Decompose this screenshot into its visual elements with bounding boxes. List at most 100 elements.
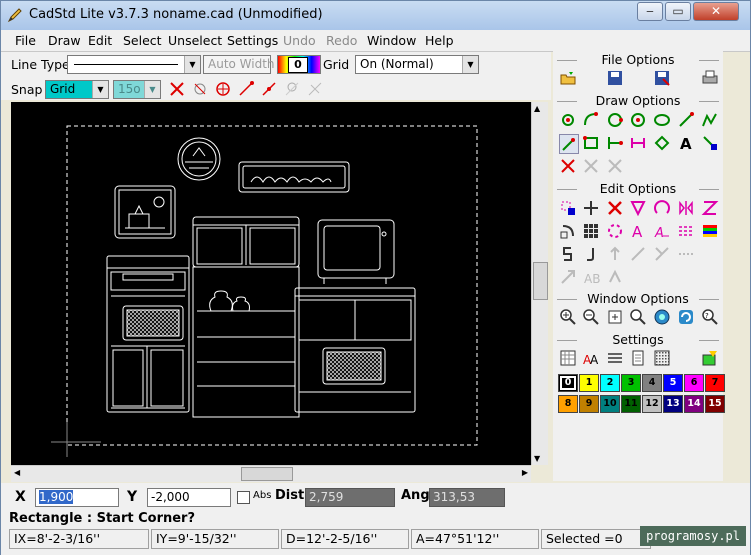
save-as-icon[interactable] (653, 69, 671, 87)
edit-text-style-icon[interactable]: A (653, 222, 671, 240)
zoom-window-icon[interactable] (606, 308, 624, 326)
palette-color-13[interactable]: 13 (663, 395, 683, 413)
edit-polar-array-icon[interactable] (606, 222, 624, 240)
drawing-canvas[interactable] (11, 102, 531, 465)
edit-color-icon[interactable] (701, 222, 719, 240)
edit-text-icon[interactable]: A (629, 222, 647, 240)
palette-color-2[interactable]: 2 (600, 374, 620, 392)
palette-color-14[interactable]: 14 (684, 395, 704, 413)
palette-color-10[interactable]: 10 (600, 395, 620, 413)
draw-hdim-icon[interactable] (629, 134, 647, 152)
zoom-in-icon[interactable] (559, 308, 577, 326)
palette-color-8[interactable]: 8 (558, 395, 578, 413)
zoom-previous-icon[interactable]: ? (701, 308, 719, 326)
edit-join-icon[interactable] (606, 268, 624, 286)
draw-hatch-icon[interactable] (559, 157, 577, 175)
draw-rectangle-icon[interactable] (582, 134, 600, 152)
palette-color-11[interactable]: 11 (621, 395, 641, 413)
draw-spline-icon[interactable] (606, 157, 624, 175)
edit-linetype-icon[interactable] (677, 222, 695, 240)
page-settings-icon[interactable] (629, 349, 647, 367)
draw-ellipse-icon[interactable] (653, 111, 671, 129)
menu-undo[interactable]: Undo (283, 33, 316, 48)
print-icon[interactable] (701, 69, 719, 87)
scroll-down-icon[interactable]: ▼ (534, 454, 540, 463)
edit-break-icon[interactable] (559, 245, 577, 263)
edit-fillet-icon[interactable] (629, 245, 647, 263)
palette-color-15[interactable]: 15 (705, 395, 725, 413)
draw-pencil-icon[interactable] (559, 134, 579, 154)
color-select[interactable]: 0 (277, 55, 321, 74)
grid-mode-select[interactable]: On (Normal) ▼ (355, 55, 479, 74)
vertical-scroll-thumb[interactable] (533, 262, 548, 300)
snap-endpoint-icon[interactable] (237, 80, 255, 98)
edit-rotate-icon[interactable] (653, 199, 671, 217)
edit-scale-icon[interactable] (701, 199, 719, 217)
draw-arc-icon[interactable] (582, 111, 600, 129)
palette-color-9[interactable]: 9 (579, 395, 599, 413)
edit-extend-icon[interactable] (606, 245, 624, 263)
snap-perpendicular-icon[interactable] (306, 80, 324, 98)
palette-color-6[interactable]: 6 (684, 374, 704, 392)
open-file-icon[interactable] (559, 69, 577, 87)
zoom-all-icon[interactable] (653, 308, 671, 326)
edit-replace-text-icon[interactable]: AB (582, 268, 600, 286)
scroll-left-icon[interactable]: ◀ (14, 468, 20, 477)
menu-redo[interactable]: Redo (326, 33, 357, 48)
palette-color-7[interactable]: 7 (705, 374, 725, 392)
palette-color-0[interactable]: 0 (558, 374, 578, 392)
horizontal-scrollbar[interactable]: ◀ ▶ (11, 465, 531, 482)
menu-unselect[interactable]: Unselect (168, 33, 222, 48)
grid-settings-icon[interactable] (559, 349, 577, 367)
edit-chamfer-icon[interactable] (653, 245, 671, 263)
snap-midpoint-icon[interactable] (260, 80, 278, 98)
palette-color-3[interactable]: 3 (621, 374, 641, 392)
snap-off-icon[interactable] (168, 80, 186, 98)
redraw-icon[interactable] (677, 308, 695, 326)
palette-color-1[interactable]: 1 (579, 374, 599, 392)
line-type-select[interactable]: ▼ (67, 55, 201, 74)
menu-select[interactable]: Select (123, 33, 162, 48)
color-settings-icon[interactable] (701, 349, 719, 367)
edit-stretch-icon[interactable] (559, 268, 577, 286)
edit-mirror-icon[interactable] (677, 199, 695, 217)
y-input[interactable]: -2,000 (147, 488, 231, 507)
edit-delete-icon[interactable] (606, 199, 624, 217)
abs-checkbox[interactable] (237, 491, 250, 504)
palette-color-4[interactable]: 4 (642, 374, 662, 392)
draw-text-icon[interactable]: A (677, 134, 695, 152)
x-input[interactable]: 1,900 (35, 488, 119, 507)
hatch-settings-icon[interactable] (653, 349, 671, 367)
save-icon[interactable] (606, 69, 624, 87)
maximize-button[interactable]: ▭ (665, 2, 691, 21)
edit-copy-icon[interactable] (629, 199, 647, 217)
draw-circle-center-icon[interactable] (629, 111, 647, 129)
menu-file[interactable]: File (15, 33, 36, 48)
zoom-out-icon[interactable] (582, 308, 600, 326)
draw-circle-icon[interactable] (606, 111, 624, 129)
draw-point-icon[interactable] (559, 111, 577, 129)
draw-insert-icon[interactable] (701, 134, 719, 152)
zoom-extents-icon[interactable] (629, 308, 647, 326)
draw-bezier-icon[interactable] (582, 157, 600, 175)
draw-line-icon[interactable] (677, 111, 695, 129)
snap-mode-select[interactable]: Grid ▼ (45, 80, 109, 99)
vertical-scrollbar[interactable]: ▲ ▼ (531, 102, 548, 465)
minimize-button[interactable]: ‒ (637, 2, 663, 21)
menu-window[interactable]: Window (367, 33, 416, 48)
menu-edit[interactable]: Edit (88, 33, 112, 48)
palette-color-12[interactable]: 12 (642, 395, 662, 413)
draw-dimension-icon[interactable] (606, 134, 624, 152)
draw-polyline-icon[interactable] (701, 111, 719, 129)
menu-draw[interactable]: Draw (48, 33, 81, 48)
edit-trim-icon[interactable] (582, 245, 600, 263)
snap-tangent-icon[interactable] (283, 80, 301, 98)
line-settings-icon[interactable] (606, 349, 624, 367)
menu-help[interactable]: Help (425, 33, 454, 48)
edit-move-icon[interactable] (582, 199, 600, 217)
scroll-right-icon[interactable]: ▶ (522, 468, 528, 477)
edit-array-icon[interactable] (582, 222, 600, 240)
text-settings-icon[interactable]: AA (582, 349, 600, 367)
close-button[interactable]: ✕ (693, 2, 739, 21)
scroll-up-icon[interactable]: ▲ (534, 104, 540, 113)
